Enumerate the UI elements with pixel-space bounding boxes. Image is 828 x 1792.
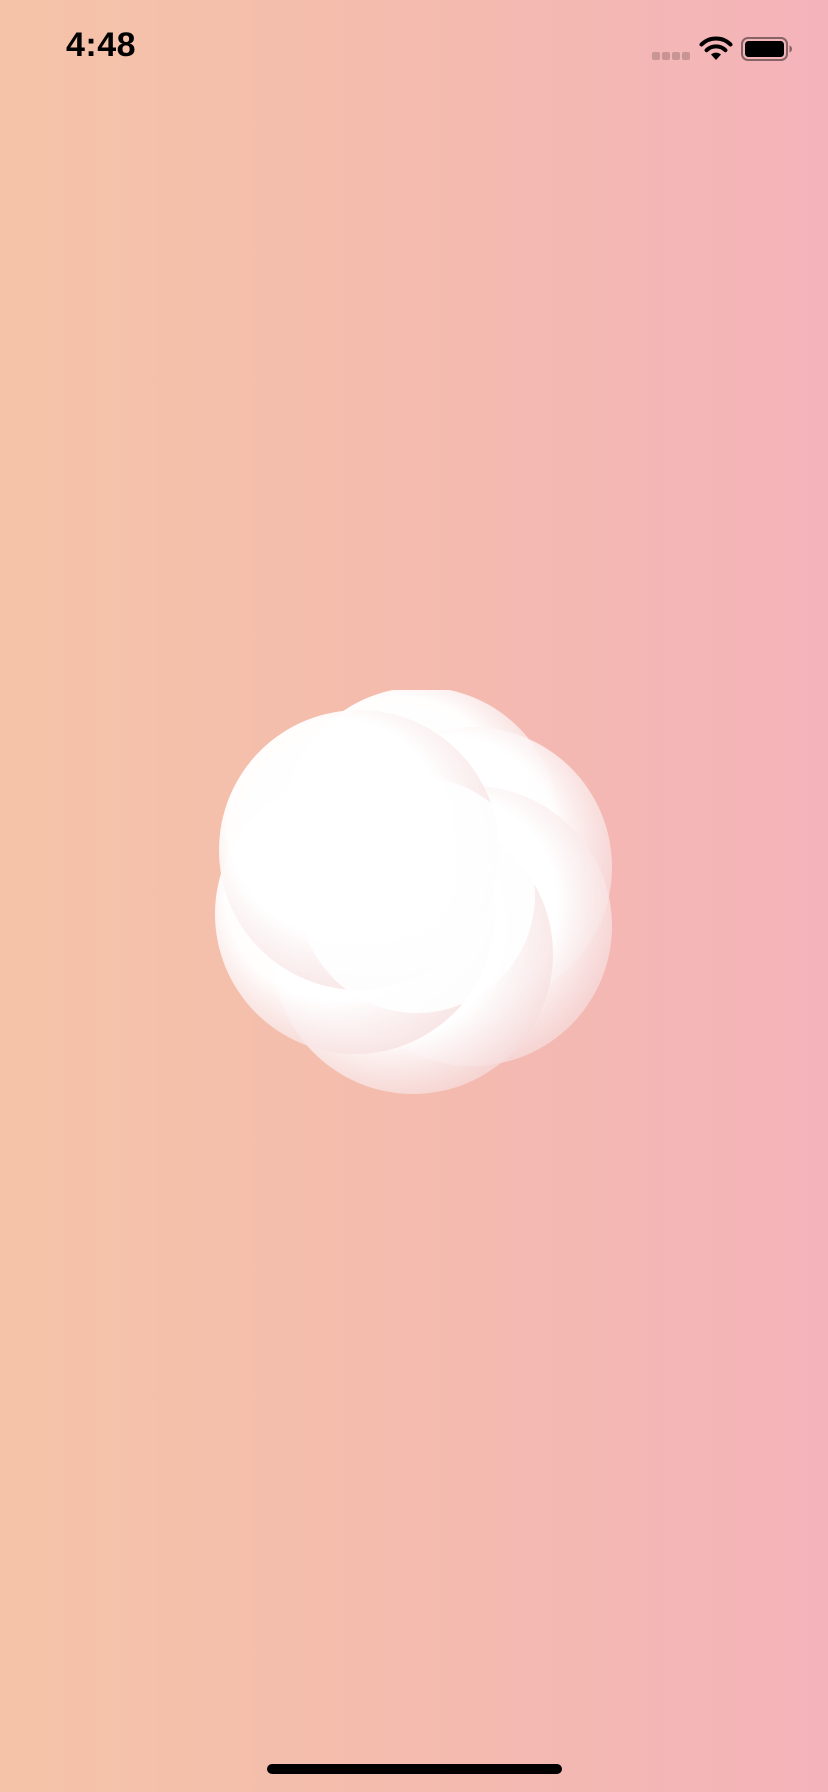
- wifi-icon: [698, 34, 734, 62]
- battery-icon: [741, 37, 793, 61]
- status-bar: 4:48: [0, 0, 828, 100]
- status-time: 4:48: [66, 26, 137, 64]
- splash-screen: 4:48: [0, 0, 828, 1792]
- home-indicator[interactable]: [267, 1764, 562, 1774]
- swirl-logo-icon: [214, 690, 614, 1100]
- cellular-signal-icon: [652, 52, 692, 62]
